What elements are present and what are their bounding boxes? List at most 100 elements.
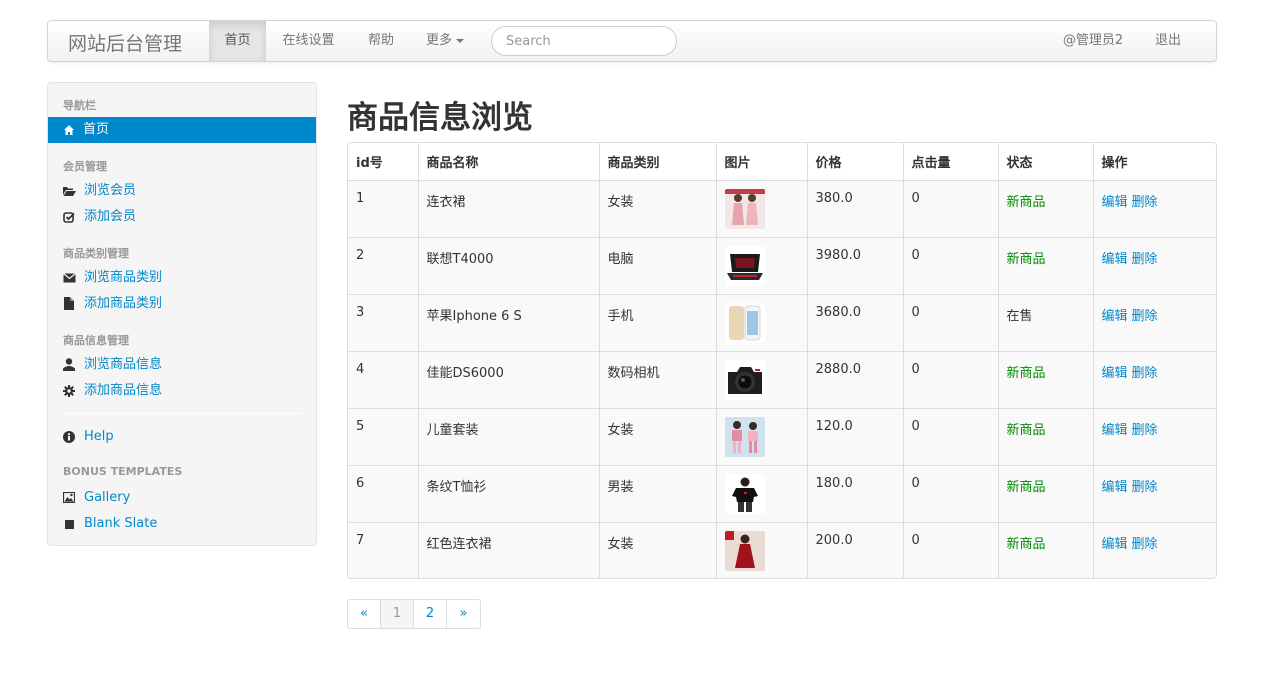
sidebar-item-add-product-label: 添加商品信息 xyxy=(84,383,163,398)
sidebar-item-add-member[interactable]: 添加会员 xyxy=(63,207,136,227)
table-header-row: id号 商品名称 商品类别 图片 价格 点击量 状态 操作 xyxy=(348,143,1216,180)
column-header-id: id号 xyxy=(348,143,419,180)
sidebar-item-add-product[interactable]: 添加商品信息 xyxy=(63,381,162,401)
sidebar-header-nav: 导航栏 xyxy=(63,99,96,112)
sidebar-header-categories: 商品类别管理 xyxy=(63,247,129,260)
cell-category: 男装 xyxy=(599,464,717,522)
cell-name: 儿童套装 xyxy=(418,407,600,465)
cell-status: 新商品 xyxy=(998,350,1094,408)
cell-image xyxy=(716,179,808,237)
edit-link[interactable]: 编辑 xyxy=(1102,366,1128,381)
nav-user[interactable]: @管理员2 xyxy=(1048,21,1138,61)
cell-name: 联想T4000 xyxy=(418,236,600,294)
delete-link[interactable]: 删除 xyxy=(1132,309,1158,324)
cell-category: 数码相机 xyxy=(599,350,717,408)
sidebar-item-help[interactable]: Help xyxy=(63,427,114,447)
cell-image xyxy=(716,521,808,578)
cell-clicks: 0 xyxy=(903,407,999,465)
nav-more-label: 更多 xyxy=(425,33,452,48)
sidebar-item-blank-slate[interactable]: Blank Slate xyxy=(63,514,157,534)
sidebar-item-browse-categories[interactable]: 浏览商品类别 xyxy=(63,268,162,288)
table-row: 2 联想T4000 电脑 3980.0 0 新商品 编辑 删除 xyxy=(348,236,1216,294)
sidebar-item-browse-products-label: 浏览商品信息 xyxy=(84,357,163,372)
cell-status: 新商品 xyxy=(998,179,1094,237)
sidebar-header-members: 会员管理 xyxy=(63,160,107,173)
nav-home-label: 首页 xyxy=(224,33,251,48)
cell-image xyxy=(716,350,808,408)
sidebar-item-gallery[interactable]: Gallery xyxy=(63,488,130,508)
delete-link[interactable]: 删除 xyxy=(1132,423,1158,438)
pagination-prev[interactable]: « xyxy=(348,600,381,628)
search-input[interactable] xyxy=(491,26,677,56)
sidebar-item-browse-products[interactable]: 浏览商品信息 xyxy=(63,355,162,375)
cell-clicks: 0 xyxy=(903,179,999,237)
sidebar-item-help-label: Help xyxy=(84,429,114,444)
cell-id: 2 xyxy=(348,236,419,294)
cell-category: 女装 xyxy=(599,521,717,578)
cell-status: 新商品 xyxy=(998,521,1094,578)
edit-link[interactable]: 编辑 xyxy=(1102,195,1128,210)
sidebar-item-browse-members-label: 浏览会员 xyxy=(84,183,137,198)
cell-clicks: 0 xyxy=(903,521,999,578)
sidebar-item-blank-slate-label: Blank Slate xyxy=(84,516,158,531)
sidebar-item-add-member-label: 添加会员 xyxy=(84,209,137,224)
nav-more-dropdown[interactable]: 更多 xyxy=(411,21,479,61)
column-header-category: 商品类别 xyxy=(599,143,717,180)
cell-name: 苹果Iphone 6 S xyxy=(418,293,600,351)
nav-logout[interactable]: 退出 xyxy=(1138,21,1198,61)
nav-help-label: 帮助 xyxy=(367,33,394,48)
nav-help[interactable]: 帮助 xyxy=(351,21,411,61)
cell-name: 红色连衣裙 xyxy=(418,521,600,578)
cell-actions: 编辑 删除 xyxy=(1093,293,1216,351)
delete-link[interactable]: 删除 xyxy=(1132,480,1158,495)
pagination-next[interactable]: » xyxy=(447,600,480,628)
laptop-photo xyxy=(724,245,765,286)
pink-dress-photo xyxy=(724,188,765,229)
sidebar-item-add-category[interactable]: 添加商品类别 xyxy=(63,294,162,314)
nav-online-settings[interactable]: 在线设置 xyxy=(266,21,351,61)
column-header-actions: 操作 xyxy=(1093,143,1216,180)
cog-icon xyxy=(63,385,75,397)
cell-actions: 编辑 删除 xyxy=(1093,179,1216,237)
sidebar-item-browse-categories-label: 浏览商品类别 xyxy=(84,270,163,285)
edit-link[interactable]: 编辑 xyxy=(1102,423,1128,438)
cell-id: 3 xyxy=(348,293,419,351)
pagination-page-2[interactable]: 2 xyxy=(414,600,447,628)
delete-link[interactable]: 删除 xyxy=(1132,252,1158,267)
column-header-price: 价格 xyxy=(807,143,904,180)
sidebar-item-browse-members[interactable]: 浏览会员 xyxy=(63,181,136,201)
edit-link[interactable]: 编辑 xyxy=(1102,537,1128,552)
page-title: 商品信息浏览 xyxy=(347,100,533,136)
sidebar: 导航栏 首页 会员管理 浏览会员 添加会员 商品类别管理 浏览商品类别 添加商品 xyxy=(47,82,317,546)
table-row: 4 佳能DS6000 数码相机 2880.0 0 新商品 编辑 删除 xyxy=(348,350,1216,408)
edit-link[interactable]: 编辑 xyxy=(1102,309,1128,324)
user-icon xyxy=(63,358,75,371)
table-row: 1 连衣裙 女装 380.0 0 新商品 编辑 删除 xyxy=(348,179,1216,237)
delete-link[interactable]: 删除 xyxy=(1132,366,1158,381)
sidebar-item-gallery-label: Gallery xyxy=(84,490,131,505)
top-navbar: 网站后台管理 首页 在线设置 帮助 更多 @管理员2 退出 xyxy=(47,20,1217,62)
edit-link[interactable]: 编辑 xyxy=(1102,252,1128,267)
cell-actions: 编辑 删除 xyxy=(1093,407,1216,465)
sidebar-item-home[interactable]: 首页 xyxy=(48,117,316,143)
black-tshirt-photo xyxy=(724,473,765,514)
cell-price: 2880.0 xyxy=(807,350,904,408)
envelope-icon xyxy=(63,273,76,283)
delete-link[interactable]: 删除 xyxy=(1132,537,1158,552)
nav-home[interactable]: 首页 xyxy=(209,21,266,61)
cell-id: 6 xyxy=(348,464,419,522)
delete-link[interactable]: 删除 xyxy=(1132,195,1158,210)
iphone-photo xyxy=(724,302,765,343)
sidebar-item-home-label: 首页 xyxy=(83,122,110,137)
cell-status: 在售 xyxy=(998,293,1094,351)
column-header-name: 商品名称 xyxy=(418,143,600,180)
cell-price: 200.0 xyxy=(807,521,904,578)
cell-actions: 编辑 删除 xyxy=(1093,236,1216,294)
pagination-page-1[interactable]: 1 xyxy=(381,600,414,628)
brand-title[interactable]: 网站后台管理 xyxy=(68,29,182,56)
caret-down-icon xyxy=(456,38,464,43)
cell-status: 新商品 xyxy=(998,407,1094,465)
edit-link[interactable]: 编辑 xyxy=(1102,480,1128,495)
cell-name: 条纹T恤衫 xyxy=(418,464,600,522)
column-header-image: 图片 xyxy=(716,143,808,180)
